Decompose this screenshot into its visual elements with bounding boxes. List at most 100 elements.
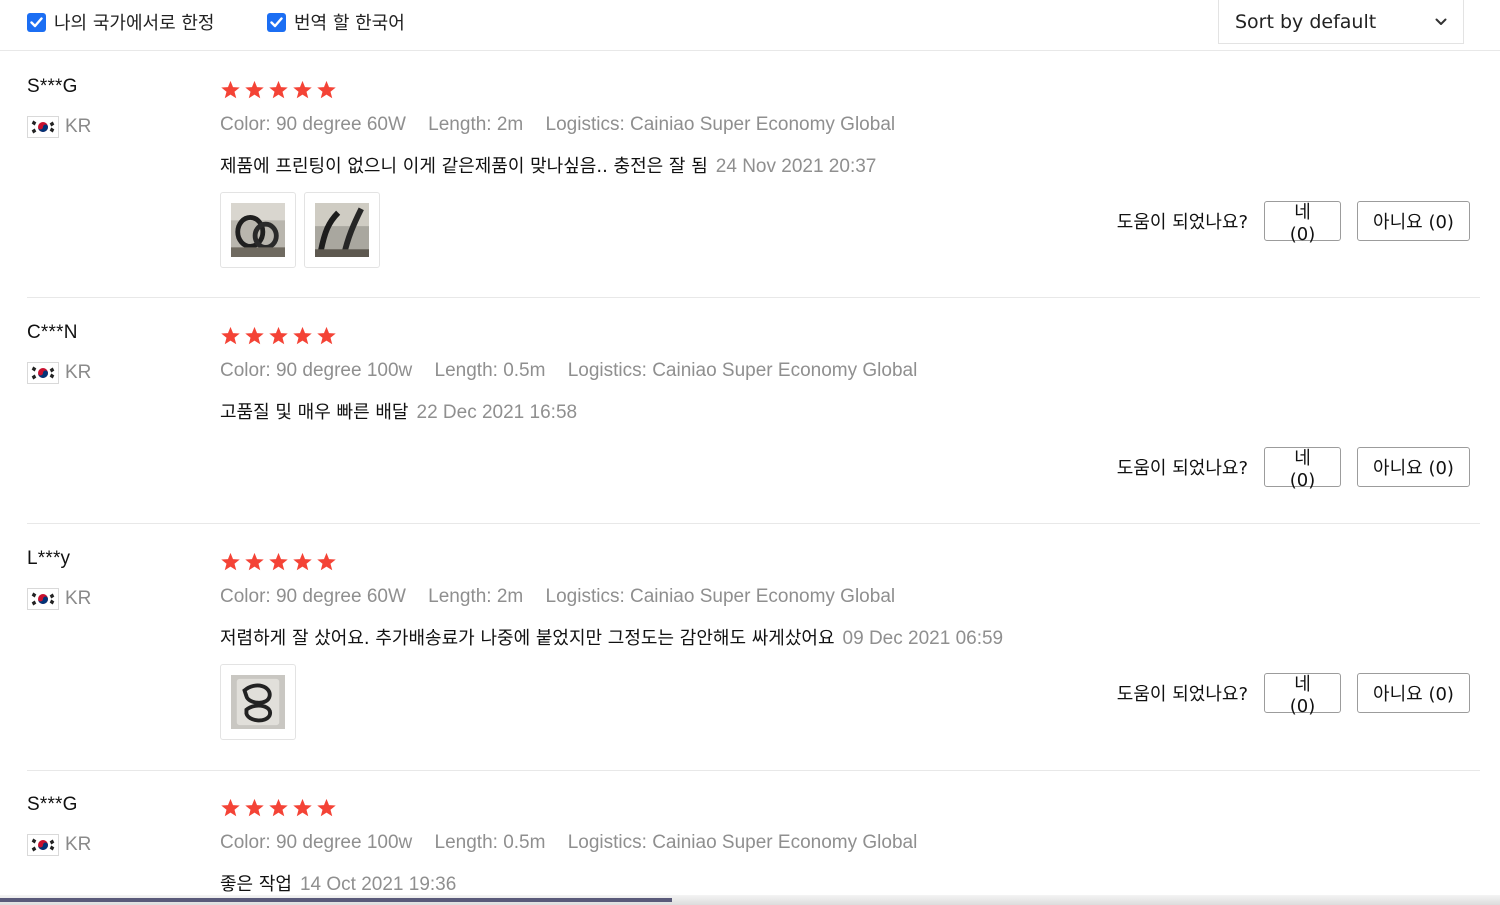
star-icon — [316, 80, 337, 104]
star-rating — [220, 552, 337, 576]
review-text: 제품에 프린팅이 없으니 이게 같은제품이 맞나싶음.. 충전은 잘 됨 — [220, 156, 708, 177]
review-date: 22 Dec 2021 16:58 — [416, 402, 578, 423]
korea-flag-icon — [27, 834, 59, 856]
star-icon — [292, 326, 313, 350]
attr-length: Length: 0.5m — [434, 832, 546, 853]
star-icon — [292, 552, 313, 576]
korea-flag-icon — [27, 588, 59, 610]
attr-logistics: Logistics: Cainiao Super Economy Global — [567, 832, 918, 853]
review-text: 저렴하게 잘 샀어요. 추가배송료가 나중에 붙었지만 그정도는 감안해도 싸게… — [220, 628, 835, 649]
star-icon — [244, 552, 265, 576]
checkbox-checked-icon — [27, 12, 46, 32]
review-attributes: Color: 90 degree 100w Length: 0.5m Logis… — [220, 832, 934, 854]
star-icon — [316, 326, 337, 350]
review-body: 좋은 작업 14 Oct 2021 19:36 — [220, 870, 456, 896]
reviewer-country: KR — [27, 116, 91, 138]
vote-no-button[interactable]: 아니요 (0) — [1357, 673, 1470, 713]
attr-length: Length: 0.5m — [434, 360, 546, 381]
review-attributes: Color: 90 degree 100w Length: 0.5m Logis… — [220, 360, 934, 382]
review-date: 24 Nov 2021 20:37 — [715, 156, 877, 177]
star-icon — [220, 80, 241, 104]
helpful-vote: 도움이 되었나요? 네 (0) 아니요 (0) — [1116, 673, 1470, 717]
star-icon — [316, 552, 337, 576]
review-divider — [27, 770, 1480, 771]
vote-yes-button[interactable]: 네 (0) — [1264, 673, 1341, 717]
review-attributes: Color: 90 degree 60W Length: 2m Logistic… — [220, 586, 912, 608]
review-body: 제품에 프린팅이 없으니 이게 같은제품이 맞나싶음.. 충전은 잘 됨 24 N… — [220, 152, 876, 178]
star-icon — [268, 552, 289, 576]
star-icon — [292, 798, 313, 822]
reviewer-country: KR — [27, 834, 91, 856]
star-icon — [220, 798, 241, 822]
star-icon — [244, 80, 265, 104]
attr-length: Length: 2m — [428, 586, 524, 607]
attr-color: Color: 90 degree 100w — [220, 360, 413, 381]
review-photo-thumbnail[interactable] — [220, 192, 296, 268]
korea-flag-icon — [27, 362, 59, 384]
helpful-vote: 도움이 되었나요? 네 (0) 아니요 (0) — [1116, 447, 1470, 491]
vote-no-button[interactable]: 아니요 (0) — [1357, 447, 1470, 487]
country-code: KR — [65, 116, 92, 137]
review-attributes: Color: 90 degree 60W Length: 2m Logistic… — [220, 114, 912, 136]
review-photo-thumbnail[interactable] — [304, 192, 380, 268]
chevron-down-icon — [1435, 18, 1447, 26]
attr-logistics: Logistics: Cainiao Super Economy Global — [545, 586, 896, 607]
vote-yes-button[interactable]: 네 (0) — [1264, 201, 1341, 245]
review-date: 09 Dec 2021 06:59 — [842, 628, 1004, 649]
review-body: 고품질 및 매우 빠른 배달 22 Dec 2021 16:58 — [220, 398, 577, 424]
checkbox-checked-icon — [267, 12, 286, 32]
star-rating — [220, 798, 337, 822]
review-photo-thumbnail[interactable] — [220, 664, 296, 740]
star-icon — [244, 326, 265, 350]
attr-length: Length: 2m — [428, 114, 524, 135]
star-icon — [316, 798, 337, 822]
star-rating — [220, 80, 337, 104]
star-icon — [220, 326, 241, 350]
scrollbar-thumb[interactable] — [0, 898, 672, 902]
korea-flag-icon — [27, 116, 59, 138]
local-only-checkbox[interactable]: 나의 국가에서로 한정 — [27, 10, 214, 34]
sort-dropdown[interactable]: Sort by default — [1218, 0, 1464, 44]
star-icon — [244, 798, 265, 822]
attr-logistics: Logistics: Cainiao Super Economy Global — [545, 114, 896, 135]
country-code: KR — [65, 834, 92, 855]
star-icon — [268, 326, 289, 350]
review-filter-bar: 나의 국가에서로 한정 번역 할 한국어 Sort by default — [0, 0, 1500, 51]
vote-no-button[interactable]: 아니요 (0) — [1357, 201, 1470, 241]
reviewer-country: KR — [27, 362, 91, 384]
helpful-vote: 도움이 되었나요? 네 (0) 아니요 (0) — [1116, 201, 1470, 245]
helpful-prompt: 도움이 되었나요? — [1116, 684, 1248, 705]
review-text: 고품질 및 매우 빠른 배달 — [220, 402, 409, 423]
horizontal-scrollbar[interactable] — [0, 895, 1500, 905]
review-divider — [27, 523, 1480, 524]
star-icon — [268, 80, 289, 104]
country-code: KR — [65, 362, 92, 383]
reviewer-country: KR — [27, 588, 91, 610]
attr-logistics: Logistics: Cainiao Super Economy Global — [567, 360, 918, 381]
review-body: 저렴하게 잘 샀어요. 추가배송료가 나중에 붙었지만 그정도는 감안해도 싸게… — [220, 624, 1003, 650]
reviewer-name: L***y — [27, 548, 71, 569]
attr-color: Color: 90 degree 60W — [220, 586, 406, 607]
country-code: KR — [65, 588, 92, 609]
reviewer-name: C***N — [27, 322, 78, 343]
star-icon — [268, 798, 289, 822]
reviewer-name: S***G — [27, 794, 78, 815]
translate-checkbox[interactable]: 번역 할 한국어 — [267, 10, 405, 34]
attr-color: Color: 90 degree 60W — [220, 114, 406, 135]
vote-yes-button[interactable]: 네 (0) — [1264, 447, 1341, 491]
local-only-label: 나의 국가에서로 한정 — [54, 13, 215, 34]
review-divider — [27, 297, 1480, 298]
review-text: 좋은 작업 — [220, 874, 292, 895]
attr-color: Color: 90 degree 100w — [220, 832, 413, 853]
helpful-prompt: 도움이 되었나요? — [1116, 212, 1248, 233]
reviewer-name: S***G — [27, 76, 78, 97]
review-photos — [220, 664, 296, 740]
review-date: 14 Oct 2021 19:36 — [299, 874, 457, 895]
helpful-prompt: 도움이 되었나요? — [1116, 458, 1248, 479]
star-icon — [220, 552, 241, 576]
sort-dropdown-value: Sort by default — [1235, 10, 1377, 33]
translate-label: 번역 할 한국어 — [294, 13, 405, 34]
star-icon — [292, 80, 313, 104]
review-photos — [220, 192, 380, 268]
star-rating — [220, 326, 337, 350]
